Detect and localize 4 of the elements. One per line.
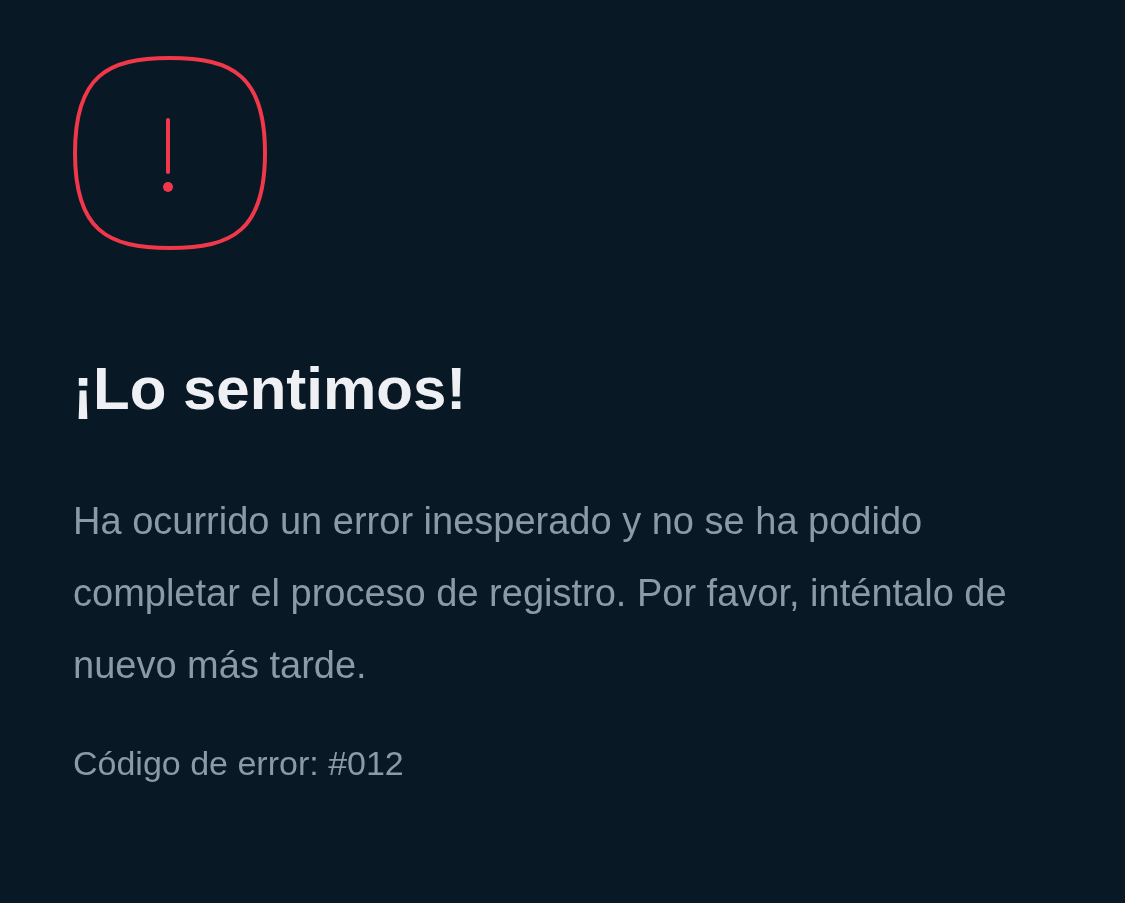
error-code: Código de error: #012 (73, 743, 405, 784)
warning-icon (73, 56, 267, 250)
error-title: ¡Lo sentimos! (73, 354, 468, 424)
error-message: Ha ocurrido un error inesperado y no se ha podido completar el proceso de registro. Por favor, inténtalo de nuevo más tarde. (73, 499, 1008, 688)
